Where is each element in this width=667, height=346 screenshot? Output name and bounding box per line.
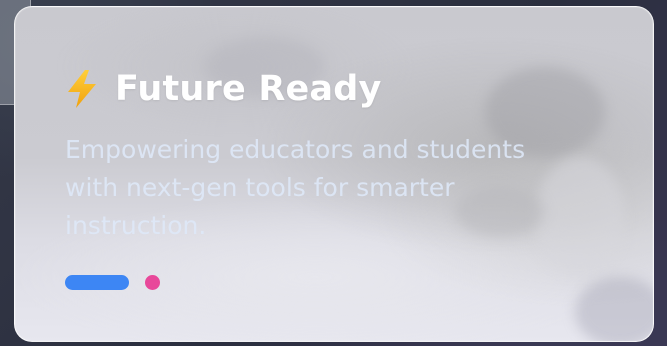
card-header: Future Ready (65, 65, 382, 113)
carousel-indicator[interactable] (145, 275, 160, 290)
carousel-indicator-active[interactable] (65, 275, 129, 290)
feature-card: Future Ready Empowering educators and st… (14, 6, 654, 342)
carousel-indicators (65, 275, 160, 290)
card-description: Empowering educators and students with n… (65, 135, 526, 240)
photo-blur-shape (575, 277, 653, 341)
background-photo: Future Ready Empowering educators and st… (0, 0, 667, 346)
card-title: Future Ready (115, 69, 382, 109)
lightning-bolt-icon (68, 70, 96, 108)
